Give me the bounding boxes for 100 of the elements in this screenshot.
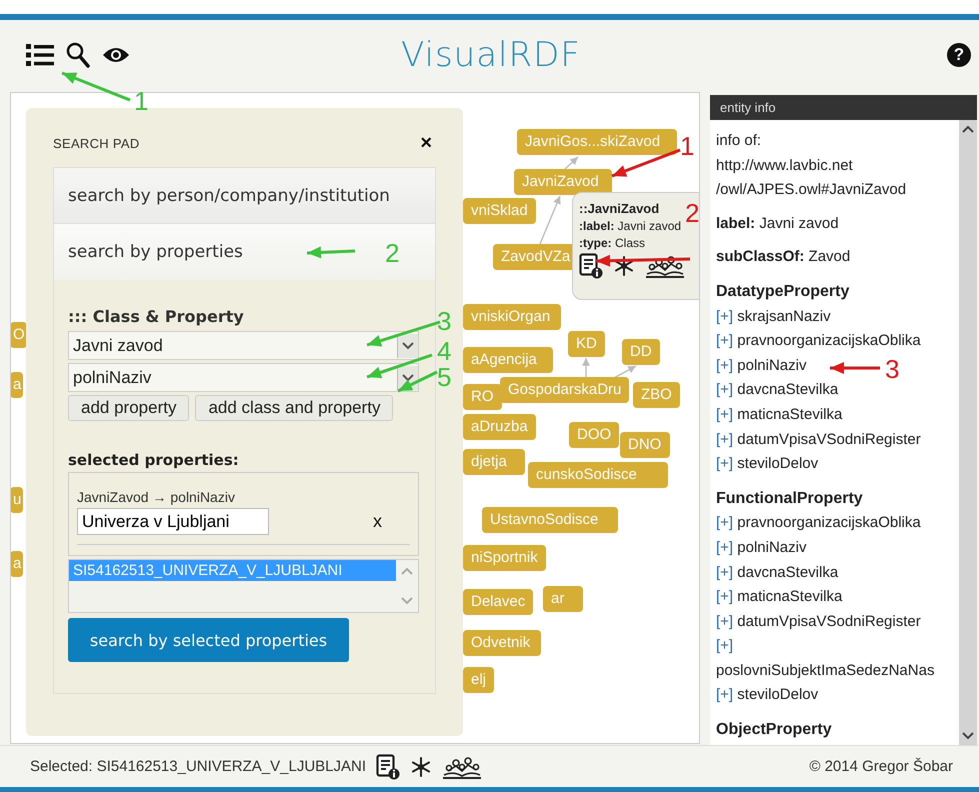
section-heading: selected properties: [68,451,240,469]
graph-node[interactable]: u [11,487,24,513]
expand-link[interactable]: [+] [716,356,734,374]
property-name: steviloDelov [737,455,818,472]
graph-node[interactable]: ZBO [633,382,680,408]
graph-node[interactable]: GospodarskaDru [500,377,630,403]
expand-link[interactable]: [+] [716,308,734,325]
add-button[interactable]: add property [68,395,190,421]
edge-arrow [539,196,561,244]
graph-node[interactable]: DOO [569,422,620,448]
graph-node[interactable]: ar [543,586,583,612]
copyright-text: © 2014 Gregor Šobar [809,758,953,775]
graph-node[interactable]: aDruzba [463,414,536,440]
expand-link[interactable]: [+] [716,406,734,423]
close-button[interactable]: × [416,132,436,155]
group-heading: DatatypeProperty [716,282,850,302]
property-name: datumVpisaVSodniRegister [737,430,921,448]
panel-header: entity info [710,95,977,120]
panel-title: SEARCH PAD [53,136,140,151]
selected-text: Selected: SI54162513_UNIVERZA_V_LJUBLJANI [30,758,366,775]
expand-link[interactable]: [+] [716,538,734,556]
document-info-icon[interactable] [376,754,400,780]
value-field[interactable]: Univerza v Ljubljani [77,508,269,535]
graph-node[interactable]: cunskoSodisce [528,462,668,488]
graph-node[interactable]: UstavnoSodisce [482,507,618,533]
graph-node[interactable]: Delavec [463,589,534,615]
subclass-text: subClassOf: Zavod [716,247,852,268]
graph-node[interactable]: a [11,551,24,577]
annotation-number: 2 [385,238,400,268]
app-title: VisualRDF [400,35,582,75]
graph-node[interactable]: RO [463,384,502,410]
graph-node[interactable]: JavniZavod [514,169,612,195]
graph-node[interactable]: JavniGos...skiZavod [517,129,677,155]
info-label: info of: [716,131,762,151]
property-name: steviloDelov [737,686,818,704]
annotation-number: 3 [885,354,900,384]
uri-text: /owl/AJPES.owl#JavniZavod [716,180,908,200]
expand-link[interactable]: [+] [716,514,734,532]
expand-link[interactable]: [+] [716,612,734,630]
add-button[interactable]: add class and property [195,395,394,421]
tooltip-name: ::JavniZavod [579,201,660,216]
tree-book-icon[interactable] [442,754,482,778]
property-select[interactable]: polniNaziv [68,363,419,392]
property-name: polniNaziv [737,356,806,374]
tree-book-icon[interactable] [645,254,685,278]
uri-text: http://www.lavbic.net [716,156,854,176]
expand-link[interactable]: [+] [716,637,734,654]
expand-link[interactable]: [+] [716,430,734,448]
accordion-tab[interactable]: search by person/company/institution [54,168,435,224]
group-heading: ObjectProperty [716,720,833,740]
property-name: polniNaziv [737,538,806,556]
snowflake-icon[interactable] [410,756,432,778]
class-select[interactable]: Javni zavod [68,331,419,360]
property-name: davcnaStevilka [737,381,838,398]
edge-arrow [564,156,578,170]
snowflake-icon[interactable] [613,255,635,277]
graph-node[interactable]: elj [463,667,494,693]
scrollbar[interactable] [959,120,977,745]
expand-link[interactable]: [+] [716,588,734,606]
edge-arrow [582,358,590,377]
annotation-number: 1 [134,86,148,116]
section-heading: ::: Class & Property [68,307,245,326]
graph-node[interactable]: a [11,372,24,398]
scroll-up-icon[interactable] [961,124,975,134]
expand-link[interactable]: [+] [716,455,734,472]
property-name: pravnoorganizacijskaOblika [737,332,921,350]
expand-link[interactable]: [+] [716,686,734,704]
search-icon[interactable] [66,42,90,68]
scroll-down-icon[interactable] [961,731,975,741]
graph-node[interactable]: djetja [463,449,525,475]
expand-link[interactable]: [+] [716,564,734,580]
property-name: maticnaStevilka [737,588,842,606]
expand-link[interactable]: [+] [716,381,734,398]
graph-node[interactable]: Odvetnik [463,630,541,656]
result-item[interactable]: SI54162513_UNIVERZA_V_LJUBLJANI [69,560,396,581]
annotation-number: 3 [437,306,452,336]
property-name: davcnaStevilka [737,564,838,580]
property-path: JavniZavod → polniNaziv [77,489,236,505]
search-button[interactable]: search by selected properties [68,618,349,662]
graph-node[interactable]: DNO [620,432,670,458]
eye-icon[interactable] [102,46,130,64]
label-text: label: Javni zavod [716,214,840,234]
property-name: poslovniSubjektImaSedezNaNas [716,662,934,679]
graph-node[interactable]: aAgencija [463,347,553,373]
property-name: datumVpisaVSodniRegister [737,612,921,630]
menu-icon[interactable] [26,43,54,67]
graph-node[interactable]: niSportnik [463,545,546,571]
document-info-icon[interactable] [579,253,603,279]
tooltip-label: :label: Javni zavod [579,219,682,233]
group-heading: FunctionalProperty [716,488,864,509]
graph-node[interactable]: vniSklad [463,198,536,224]
graph-node[interactable]: KD [568,331,605,357]
remove-button[interactable]: x [369,511,386,532]
graph-node[interactable]: O [11,322,27,348]
help-button[interactable]: ? [947,43,971,67]
graph-node[interactable]: DD [622,339,660,365]
property-name: pravnoorganizacijskaOblika [737,514,921,532]
graph-node[interactable]: vniskiOrgan [463,304,561,330]
expand-link[interactable]: [+] [716,332,734,350]
property-name: maticnaStevilka [737,406,842,423]
